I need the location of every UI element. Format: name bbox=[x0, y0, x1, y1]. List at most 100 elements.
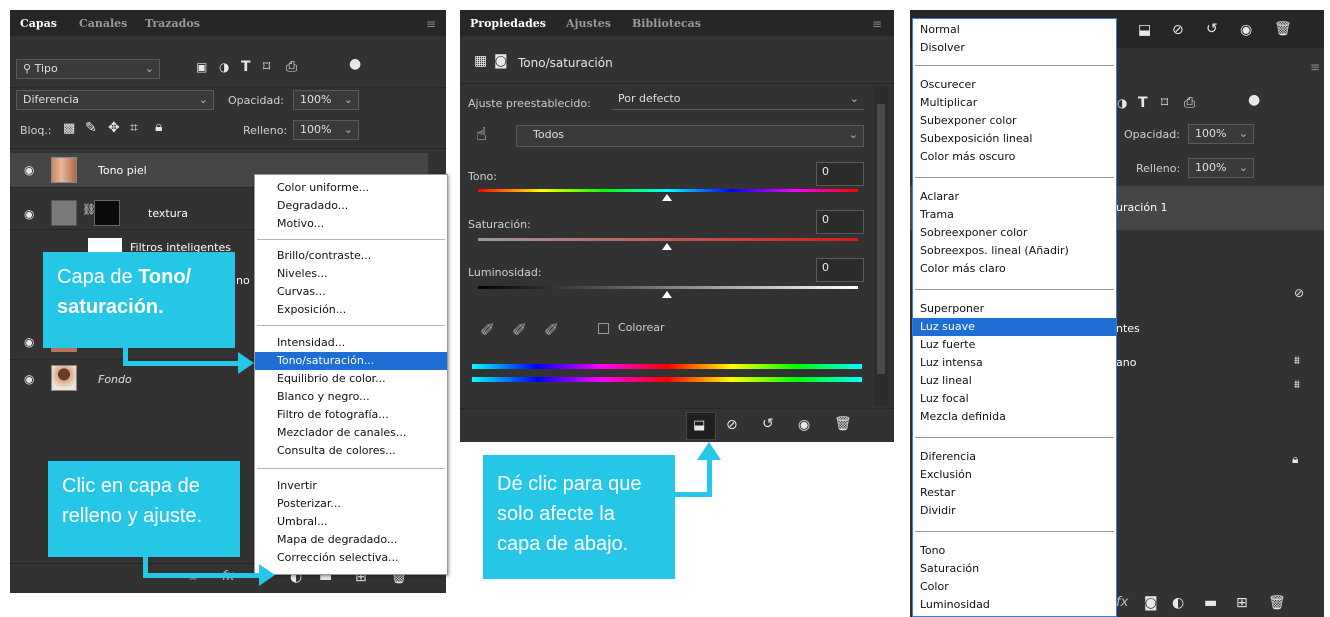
add-mask-icon[interactable]: ◙ bbox=[1144, 595, 1158, 611]
blend-mode-item[interactable]: Sobreexpos. lineal (Añadir) bbox=[913, 242, 1116, 260]
eyedropper-icon[interactable]: ✐ bbox=[480, 320, 495, 341]
lightness-slider-knob[interactable] bbox=[662, 291, 672, 298]
preset-dropdown[interactable]: Por defecto ⌄ bbox=[612, 90, 864, 110]
menu-item[interactable]: Filtro de fotografía... bbox=[255, 406, 447, 424]
saturation-input[interactable]: 0 bbox=[816, 210, 864, 234]
properties-scrollbar[interactable] bbox=[874, 86, 888, 406]
panel-menu-icon[interactable]: ≡ bbox=[1310, 60, 1320, 74]
hue-slider-track[interactable] bbox=[478, 189, 858, 192]
visibility-eye-icon[interactable]: ◉ bbox=[798, 417, 810, 433]
menu-item[interactable]: Corrección selectiva... bbox=[255, 549, 447, 567]
lock-paint-icon[interactable]: ✎ bbox=[85, 120, 97, 136]
menu-item[interactable]: Mezclador de canales... bbox=[255, 424, 447, 442]
hue-slider-knob[interactable] bbox=[662, 194, 672, 201]
new-group-icon[interactable]: ▬ bbox=[1204, 595, 1217, 611]
blend-mode-item[interactable]: Trama bbox=[913, 206, 1116, 224]
menu-item[interactable]: Degradado... bbox=[255, 197, 447, 215]
menu-item[interactable]: Blanco y negro... bbox=[255, 388, 447, 406]
opacity-input[interactable]: 100% ⌄ bbox=[293, 90, 359, 110]
clip-to-layer-icon[interactable]: ⬓ bbox=[1138, 22, 1151, 38]
visibility-eye-icon[interactable]: ◉ bbox=[24, 335, 34, 349]
filter-adjustment-icon[interactable]: ◑ bbox=[1117, 96, 1127, 110]
tab-canales[interactable]: Canales bbox=[79, 17, 127, 30]
blend-mode-item[interactable]: Multiplicar bbox=[913, 94, 1116, 112]
tab-ajustes[interactable]: Ajustes bbox=[566, 17, 611, 30]
blend-mode-item[interactable]: Diferencia bbox=[913, 448, 1116, 466]
new-fill-adjustment-icon[interactable]: ◐ bbox=[1172, 595, 1184, 611]
menu-item[interactable]: Umbral... bbox=[255, 513, 447, 531]
filter-adjustment-icon[interactable]: ◑ bbox=[219, 60, 229, 74]
blend-mode-item[interactable]: Disolver bbox=[913, 39, 1116, 57]
targeted-adjustment-hand-icon[interactable]: ☝ bbox=[476, 124, 487, 145]
reset-icon[interactable]: ↺ bbox=[1206, 21, 1218, 37]
lock-transparent-icon[interactable]: ▩ bbox=[63, 121, 75, 136]
blend-mode-item[interactable]: Luz fuerte bbox=[913, 336, 1116, 354]
eyedropper-plus-icon[interactable]: ✐ bbox=[512, 320, 527, 341]
tab-bibliotecas[interactable]: Bibliotecas bbox=[632, 17, 701, 30]
menu-item[interactable]: Intensidad... bbox=[255, 334, 447, 352]
filter-smart-object-icon[interactable]: ⎙ bbox=[286, 59, 297, 75]
blend-mode-item[interactable]: Aclarar bbox=[913, 188, 1116, 206]
reset-icon[interactable]: ↺ bbox=[762, 416, 774, 432]
saturation-slider-knob[interactable] bbox=[662, 243, 672, 250]
menu-item[interactable]: Motivo... bbox=[255, 215, 447, 233]
visibility-eye-icon[interactable]: ◉ bbox=[24, 372, 34, 386]
blend-mode-item[interactable]: Color más claro bbox=[913, 260, 1116, 278]
lock-move-icon[interactable]: ✥ bbox=[108, 120, 120, 136]
blend-mode-item[interactable]: Color más oscuro bbox=[913, 148, 1116, 166]
menu-item[interactable]: Posterizar... bbox=[255, 495, 447, 513]
blend-mode-item[interactable]: Subexposición lineal bbox=[913, 130, 1116, 148]
layer-filter-dropdown[interactable]: ⚲ Tipo ⌄ bbox=[16, 59, 160, 79]
panel-menu-icon[interactable]: ≡ bbox=[872, 17, 882, 31]
channel-dropdown[interactable]: Todos ⌄ bbox=[516, 125, 864, 147]
filter-type-icon[interactable]: T bbox=[241, 59, 251, 75]
filter-type-icon[interactable]: T bbox=[1138, 95, 1148, 111]
blend-mode-item[interactable]: Oscurecer bbox=[913, 76, 1116, 94]
saturation-slider-track[interactable] bbox=[478, 238, 858, 241]
visibility-eye-icon[interactable]: ◉ bbox=[24, 163, 34, 177]
blend-mode-item[interactable]: Mezcla definida bbox=[913, 408, 1116, 426]
new-layer-icon[interactable]: ⊞ bbox=[1236, 595, 1248, 611]
visibility-eye-icon[interactable]: ◉ bbox=[1240, 22, 1252, 38]
filter-image-icon[interactable]: ▣ bbox=[196, 60, 207, 74]
filter-smart-object-icon[interactable]: ⎙ bbox=[1184, 95, 1195, 111]
opacity-input[interactable]: 100% ⌄ bbox=[1188, 124, 1254, 144]
menu-item[interactable]: Exposición... bbox=[255, 301, 447, 319]
menu-item[interactable]: Color uniforme... bbox=[255, 179, 447, 197]
blend-mode-item[interactable]: Sobreexponer color bbox=[913, 224, 1116, 242]
filter-shape-icon[interactable]: ⌑ bbox=[1161, 95, 1168, 111]
blend-mode-item[interactable]: Luminosidad bbox=[913, 596, 1116, 614]
blend-mode-item[interactable]: Restar bbox=[913, 484, 1116, 502]
lock-all-icon[interactable]: 🔒︎ bbox=[155, 119, 162, 135]
blend-mode-item[interactable]: Color bbox=[913, 578, 1116, 596]
blend-mode-item[interactable]: Dividir bbox=[913, 502, 1116, 520]
menu-item-selected[interactable]: Tono/saturación... bbox=[255, 352, 447, 370]
menu-item[interactable]: Brillo/contraste... bbox=[255, 247, 447, 265]
menu-item[interactable]: Niveles... bbox=[255, 265, 447, 283]
delete-icon[interactable]: 🗑︎ bbox=[834, 416, 852, 432]
blend-mode-item[interactable]: Tono bbox=[913, 542, 1116, 560]
menu-item[interactable]: Curvas... bbox=[255, 283, 447, 301]
fill-input[interactable]: 100% ⌄ bbox=[1188, 158, 1254, 178]
blend-mode-item[interactable]: Exclusión bbox=[913, 466, 1116, 484]
blend-mode-item[interactable]: Normal bbox=[913, 21, 1116, 39]
menu-item[interactable]: Equilibrio de color... bbox=[255, 370, 447, 388]
view-previous-state-icon[interactable]: ⊘ bbox=[726, 417, 738, 433]
visibility-eye-icon[interactable]: ◉ bbox=[24, 207, 34, 221]
blend-mode-item[interactable]: Luz focal bbox=[913, 390, 1116, 408]
blend-mode-item[interactable]: Luz intensa bbox=[913, 354, 1116, 372]
view-previous-state-icon[interactable]: ⊘ bbox=[1172, 22, 1184, 38]
filter-shape-icon[interactable]: ⌑ bbox=[263, 59, 270, 75]
tab-capas[interactable]: Capas bbox=[14, 10, 63, 37]
blend-mode-item[interactable]: Saturación bbox=[913, 560, 1116, 578]
blend-mode-item-selected[interactable]: Luz suave bbox=[913, 318, 1116, 336]
tab-trazados[interactable]: Trazados bbox=[145, 17, 200, 30]
menu-item[interactable]: Mapa de degradado... bbox=[255, 531, 447, 549]
blend-mode-dropdown[interactable]: Diferencia ⌄ bbox=[16, 90, 214, 110]
lightness-slider-track[interactable] bbox=[478, 286, 858, 289]
hue-input[interactable]: 0 bbox=[816, 162, 864, 186]
filter-toggle-icon[interactable]: ● bbox=[349, 56, 361, 72]
eyedropper-minus-icon[interactable]: ✐ bbox=[544, 320, 559, 341]
colorize-checkbox[interactable] bbox=[598, 323, 609, 334]
fx-icon[interactable]: fx bbox=[1116, 595, 1128, 610]
